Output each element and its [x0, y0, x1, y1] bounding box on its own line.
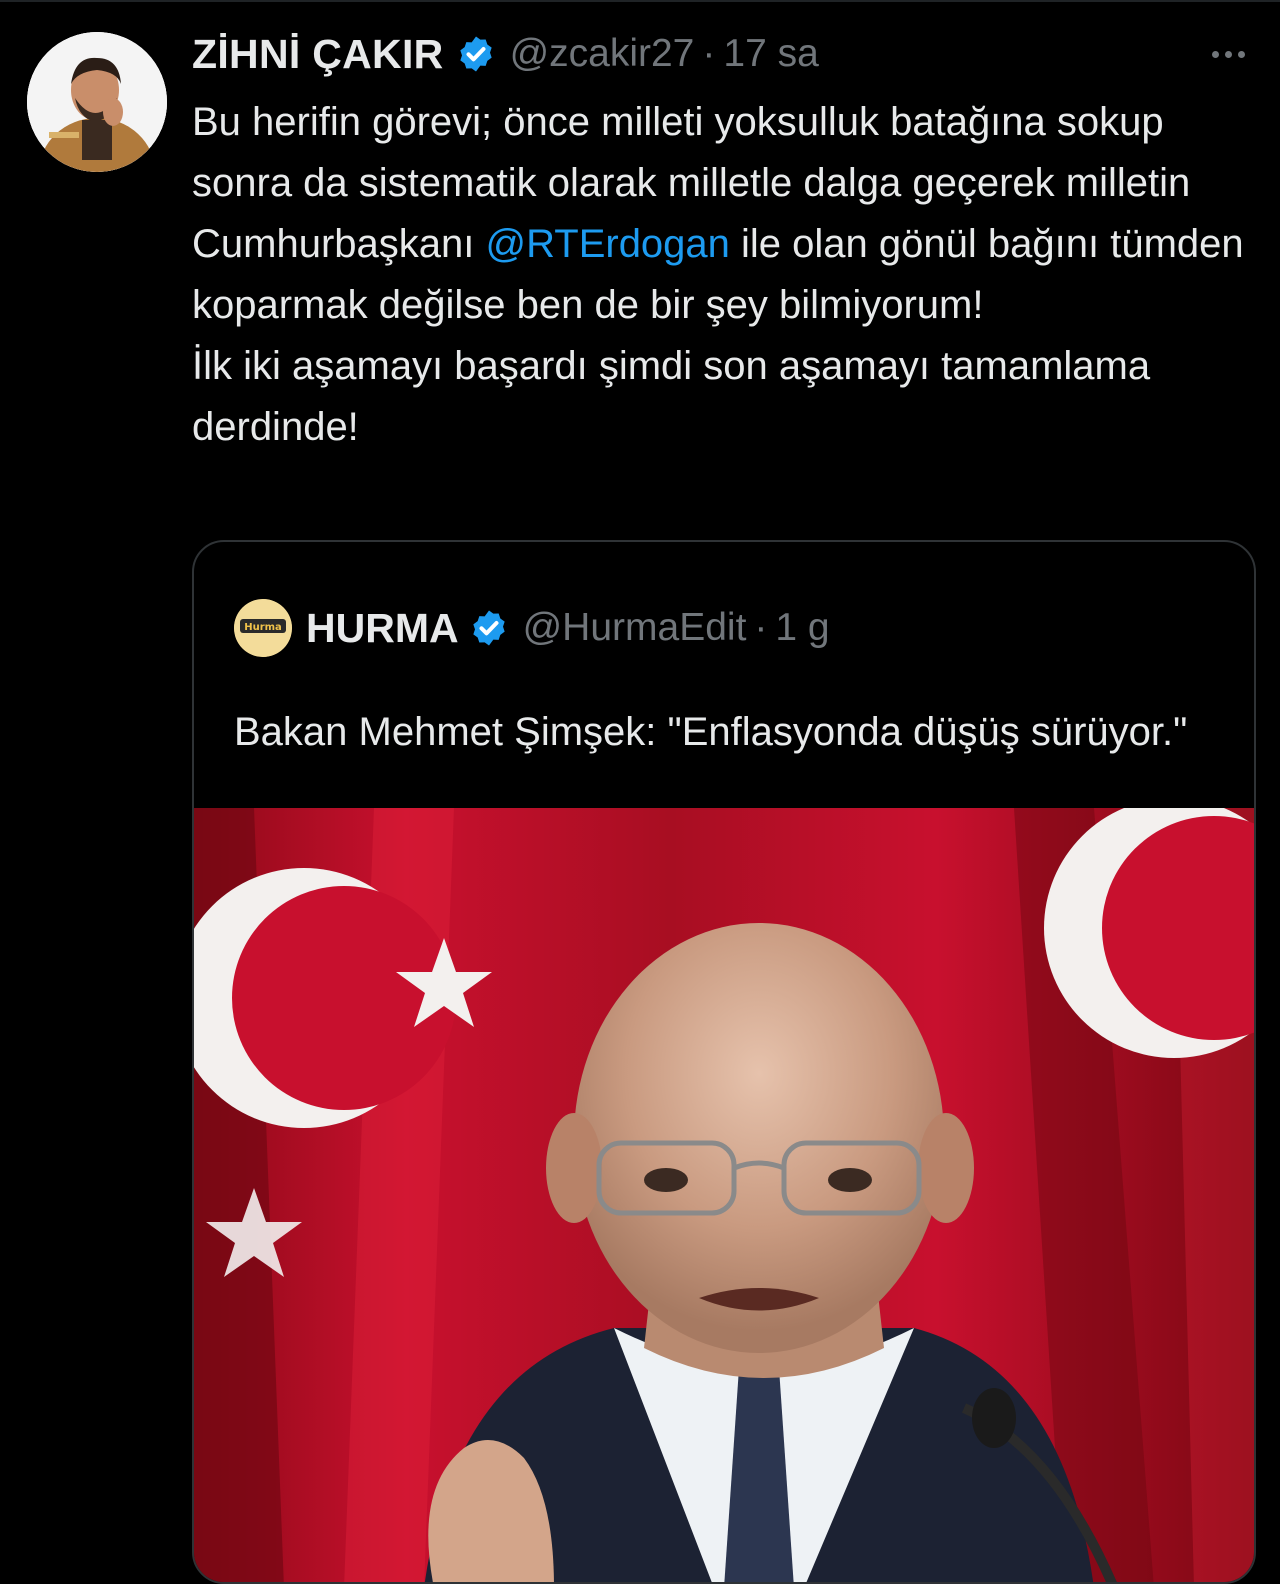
tweet-text: Bu herifin görevi; önce milleti yoksullu…	[192, 92, 1254, 458]
quoted-tweet[interactable]: Hurma HURMA @HurmaEdit · 1 g Bakan Mehme…	[192, 540, 1256, 1584]
photo-graphic	[194, 808, 1254, 1582]
tweet[interactable]: ZİHNİ ÇAKIR @zcakir27 · 17 sa Bu herifin…	[0, 0, 1280, 1584]
author-avatar-image	[27, 32, 167, 172]
quoted-tweet-photo[interactable]	[194, 808, 1254, 1582]
more-options-icon[interactable]	[1200, 36, 1256, 72]
tweet-header: ZİHNİ ÇAKIR @zcakir27 · 17 sa	[192, 22, 819, 86]
quoted-tweet-timestamp: 1 g	[775, 606, 830, 649]
quoted-avatar-logo-text: Hurma	[244, 622, 282, 633]
quoted-author-avatar[interactable]: Hurma	[234, 599, 292, 657]
header-separator: ·	[702, 32, 716, 75]
author-display-name[interactable]: ZİHNİ ÇAKIR	[192, 31, 444, 78]
tweet-text-line2: İlk iki aşamayı başardı şimdi son aşamay…	[192, 344, 1151, 449]
more-dot	[1224, 50, 1232, 58]
verified-badge-icon	[469, 608, 509, 648]
more-dot	[1237, 50, 1245, 58]
more-dot	[1211, 50, 1219, 58]
quoted-author-display-name: HURMA	[306, 604, 459, 651]
tweet-timestamp[interactable]: 17 sa	[723, 32, 818, 76]
mention-link[interactable]: @RTErdogan	[485, 222, 729, 266]
quoted-header-separator: ·	[754, 606, 768, 649]
verified-badge-icon	[456, 34, 496, 74]
author-handle[interactable]: @zcakir27	[510, 32, 695, 76]
quoted-tweet-text: Bakan Mehmet Şimşek: "Enflasyonda düşüş …	[234, 710, 1188, 754]
quoted-author-handle: @HurmaEdit	[522, 606, 747, 649]
quoted-tweet-header: Hurma HURMA @HurmaEdit · 1 g	[234, 598, 830, 658]
author-avatar[interactable]	[27, 32, 167, 172]
